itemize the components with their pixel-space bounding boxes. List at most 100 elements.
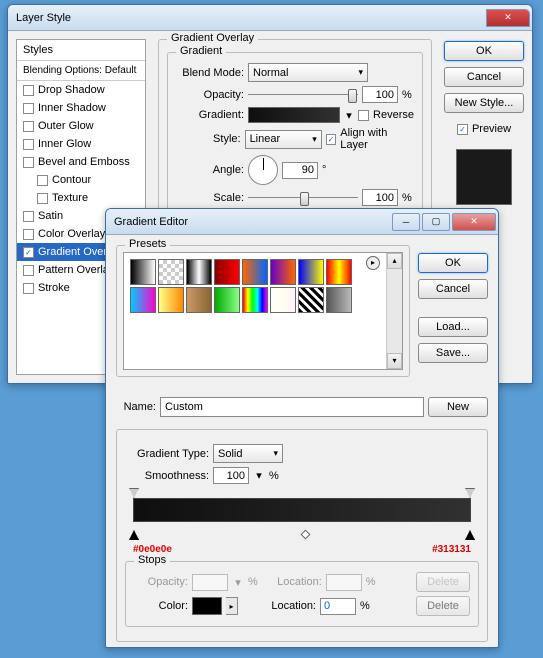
- style-item-texture[interactable]: Texture: [17, 189, 145, 207]
- preset-swatch[interactable]: [186, 259, 212, 285]
- name-input[interactable]: [160, 397, 424, 417]
- style-checkbox[interactable]: [23, 85, 34, 96]
- gradient-legend: Gradient: [176, 45, 226, 57]
- style-item-bevel-and-emboss[interactable]: Bevel and Emboss: [17, 153, 145, 171]
- opacity-stop-left[interactable]: [129, 488, 139, 498]
- style-item-drop-shadow[interactable]: Drop Shadow: [17, 81, 145, 99]
- presets-label: Presets: [125, 238, 170, 250]
- preset-swatch[interactable]: [298, 287, 324, 313]
- pct-label: %: [402, 89, 412, 101]
- scale-input[interactable]: [362, 189, 398, 206]
- scroll-up-icon[interactable]: ▴: [387, 253, 402, 269]
- smoothness-label: Smoothness:: [125, 470, 209, 482]
- scroll-down-icon[interactable]: ▾: [387, 353, 402, 369]
- style-checkbox[interactable]: [23, 139, 34, 150]
- align-checkbox[interactable]: ✓: [326, 134, 337, 145]
- gradient-type-combo[interactable]: Solid: [213, 444, 283, 463]
- style-label: Color Overlay: [38, 228, 105, 240]
- style-item-inner-glow[interactable]: Inner Glow: [17, 135, 145, 153]
- preset-swatch[interactable]: [130, 259, 156, 285]
- preset-swatch[interactable]: [242, 259, 268, 285]
- stop-opacity-input: [192, 574, 228, 591]
- preset-scrollbar[interactable]: ▴ ▾: [386, 253, 402, 369]
- reverse-checkbox[interactable]: [358, 110, 369, 121]
- close-icon[interactable]: ✕: [486, 9, 530, 27]
- angle-dial[interactable]: [248, 155, 278, 185]
- gradient-editor-title: Gradient Editor: [114, 216, 392, 228]
- stop-color-location-input[interactable]: [320, 598, 356, 615]
- stop-color-label: Color:: [134, 600, 188, 612]
- gradient-editor-titlebar[interactable]: Gradient Editor ─ ▢ ✕: [106, 209, 498, 235]
- preset-swatch[interactable]: [130, 287, 156, 313]
- preset-swatch[interactable]: [186, 287, 212, 313]
- preset-swatch[interactable]: [270, 259, 296, 285]
- preset-grid: ▸ ▴ ▾: [123, 252, 403, 370]
- layer-style-titlebar[interactable]: Layer Style ✕: [8, 5, 532, 31]
- opacity-slider[interactable]: [248, 87, 358, 103]
- maximize-icon[interactable]: ▢: [422, 213, 450, 231]
- style-checkbox[interactable]: [37, 193, 48, 204]
- style-checkbox[interactable]: [23, 283, 34, 294]
- cancel-button[interactable]: Cancel: [444, 67, 524, 87]
- style-checkbox[interactable]: ✓: [23, 247, 34, 258]
- gradient-ramp[interactable]: [125, 488, 479, 540]
- chevron-down-icon[interactable]: ▾: [344, 109, 354, 122]
- preset-swatch[interactable]: [270, 287, 296, 313]
- color-stop-right[interactable]: [465, 530, 475, 540]
- preset-swatch[interactable]: [326, 287, 352, 313]
- ge-ok-button[interactable]: OK: [418, 253, 488, 273]
- ok-button[interactable]: OK: [444, 41, 524, 61]
- close-icon[interactable]: ✕: [452, 213, 496, 231]
- opacity-stop-right[interactable]: [465, 488, 475, 498]
- gradient-preview[interactable]: [248, 107, 340, 123]
- preset-menu-icon[interactable]: ▸: [366, 256, 380, 270]
- style-checkbox[interactable]: [23, 157, 34, 168]
- style-checkbox[interactable]: [23, 265, 34, 276]
- style-item-contour[interactable]: Contour: [17, 171, 145, 189]
- preset-swatch[interactable]: [214, 287, 240, 313]
- style-checkbox[interactable]: [23, 103, 34, 114]
- new-style-button[interactable]: New Style...: [444, 93, 524, 113]
- color-arrow-icon[interactable]: ▸: [226, 597, 238, 615]
- style-checkbox[interactable]: [37, 175, 48, 186]
- style-checkbox[interactable]: [23, 229, 34, 240]
- preview-checkbox[interactable]: ✓: [457, 124, 468, 135]
- blending-options[interactable]: Blending Options: Default: [17, 61, 145, 81]
- new-button[interactable]: New: [428, 397, 488, 417]
- style-label: Outer Glow: [38, 120, 94, 132]
- ge-cancel-button[interactable]: Cancel: [418, 279, 488, 299]
- blend-mode-label: Blend Mode:: [176, 67, 244, 79]
- stop-color-location-label: Location:: [256, 600, 316, 612]
- preset-swatch[interactable]: [326, 259, 352, 285]
- style-label: Drop Shadow: [38, 84, 105, 96]
- angle-input[interactable]: [282, 162, 318, 179]
- midpoint-icon[interactable]: [301, 530, 311, 540]
- preset-swatch[interactable]: [298, 259, 324, 285]
- styles-header[interactable]: Styles: [17, 40, 145, 61]
- deg-label: °: [322, 164, 326, 176]
- gradient-type-label: Gradient Type:: [125, 448, 209, 460]
- chevron-down-icon[interactable]: ▾: [253, 469, 265, 482]
- align-label: Align with Layer: [340, 127, 414, 151]
- color-stop-left[interactable]: [129, 530, 139, 540]
- preset-swatch[interactable]: [242, 287, 268, 313]
- color-well[interactable]: [192, 597, 222, 615]
- ge-save-button[interactable]: Save...: [418, 343, 488, 363]
- name-label: Name:: [116, 401, 156, 413]
- scale-slider[interactable]: [248, 190, 358, 206]
- opacity-input[interactable]: [362, 86, 398, 103]
- ge-load-button[interactable]: Load...: [418, 317, 488, 337]
- blend-mode-combo[interactable]: Normal: [248, 63, 368, 82]
- style-item-inner-shadow[interactable]: Inner Shadow: [17, 99, 145, 117]
- preset-swatch[interactable]: [158, 287, 184, 313]
- style-checkbox[interactable]: [23, 211, 34, 222]
- smoothness-input[interactable]: [213, 467, 249, 484]
- gradient-editor-window: Gradient Editor ─ ▢ ✕ Presets ▸ ▴ ▾: [105, 208, 499, 648]
- panel-legend: Gradient Overlay: [167, 32, 258, 44]
- style-combo[interactable]: Linear: [245, 130, 322, 149]
- minimize-icon[interactable]: ─: [392, 213, 420, 231]
- preset-swatch[interactable]: [158, 259, 184, 285]
- preset-swatch[interactable]: [214, 259, 240, 285]
- style-item-outer-glow[interactable]: Outer Glow: [17, 117, 145, 135]
- style-checkbox[interactable]: [23, 121, 34, 132]
